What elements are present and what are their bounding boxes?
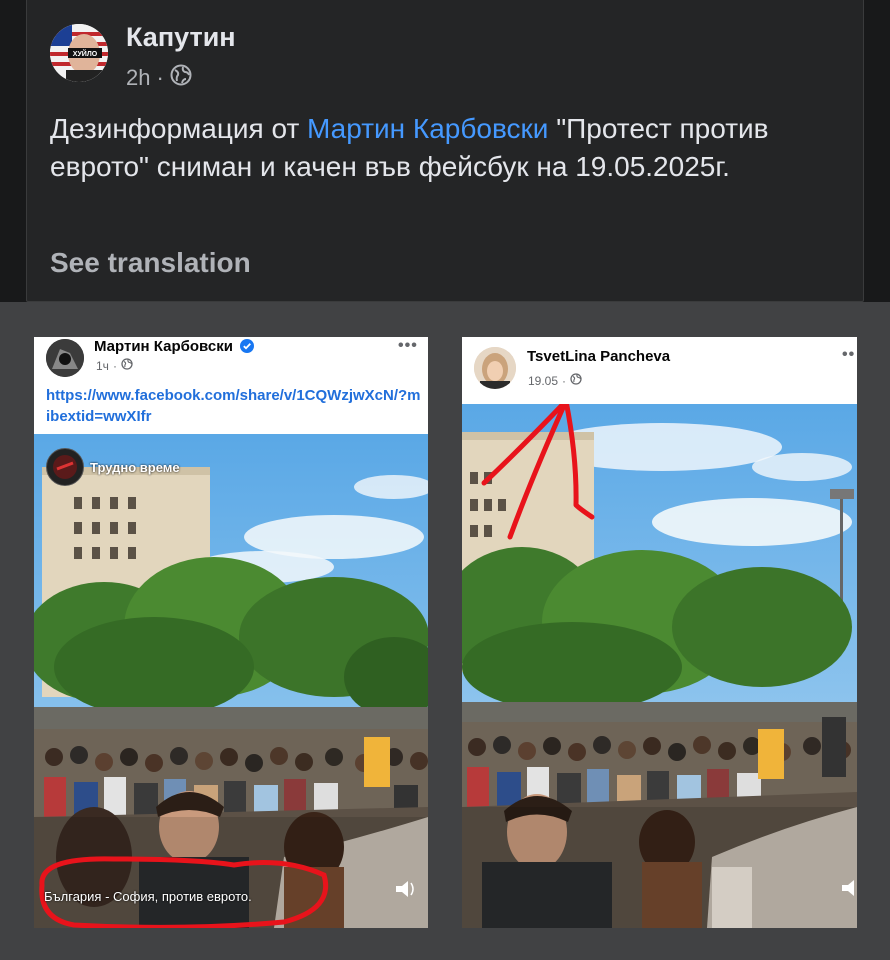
right-post-meta: 19.05 · [528,373,582,388]
see-translation-link[interactable]: See translation [50,247,251,279]
right-author-avatar[interactable] [474,347,516,389]
globe-icon [570,373,582,388]
post-author[interactable]: Капутин [126,22,236,53]
post-time[interactable]: 2h [126,65,150,91]
video-channel-name: Трудно време [90,460,180,475]
left-screenshot: Мартин Карбовски 1ч · ••• https://www.fa… [34,337,428,928]
avatar-image: ХУЙЛО [50,24,108,82]
avatar-badge-text: ХУЙЛО [73,49,98,58]
post-meta: 2h · [126,64,192,92]
left-author-name[interactable]: Мартин Карбовски [94,338,255,357]
mentioned-user-link[interactable]: Мартин Карбовски [307,113,548,144]
meta-separator: · [562,373,567,388]
left-post-time[interactable]: 1ч [96,359,109,373]
post-text: Дезинформация от Мартин Карбовски "Проте… [50,110,810,186]
right-author-name[interactable]: TsvetLina Pancheva [527,348,670,365]
globe-icon [121,358,133,373]
left-post-meta: 1ч · [96,358,133,373]
left-share-link[interactable]: https://www.facebook.com/share/v/1CQWzjw… [46,385,421,427]
right-more-options-icon[interactable]: •• [842,346,855,364]
right-screenshot: TsvetLina Pancheva 19.05 · •• [462,337,857,928]
globe-icon[interactable] [170,64,192,92]
right-post-time[interactable]: 19.05 [528,374,558,388]
left-author-avatar[interactable] [46,339,84,377]
meta-separator: · [112,358,117,373]
avatar[interactable]: ХУЙЛО [50,24,108,82]
left-author-name-text[interactable]: Мартин Карбовски [94,338,233,355]
right-photo [462,398,857,928]
left-more-options-icon[interactable]: ••• [398,337,418,355]
video-caption: България - София, против еврото. [44,889,252,904]
video-channel-avatar [46,448,84,486]
meta-separator: · [156,65,164,90]
verified-badge-icon [240,339,255,357]
post-text-before: Дезинформация от [50,113,308,144]
